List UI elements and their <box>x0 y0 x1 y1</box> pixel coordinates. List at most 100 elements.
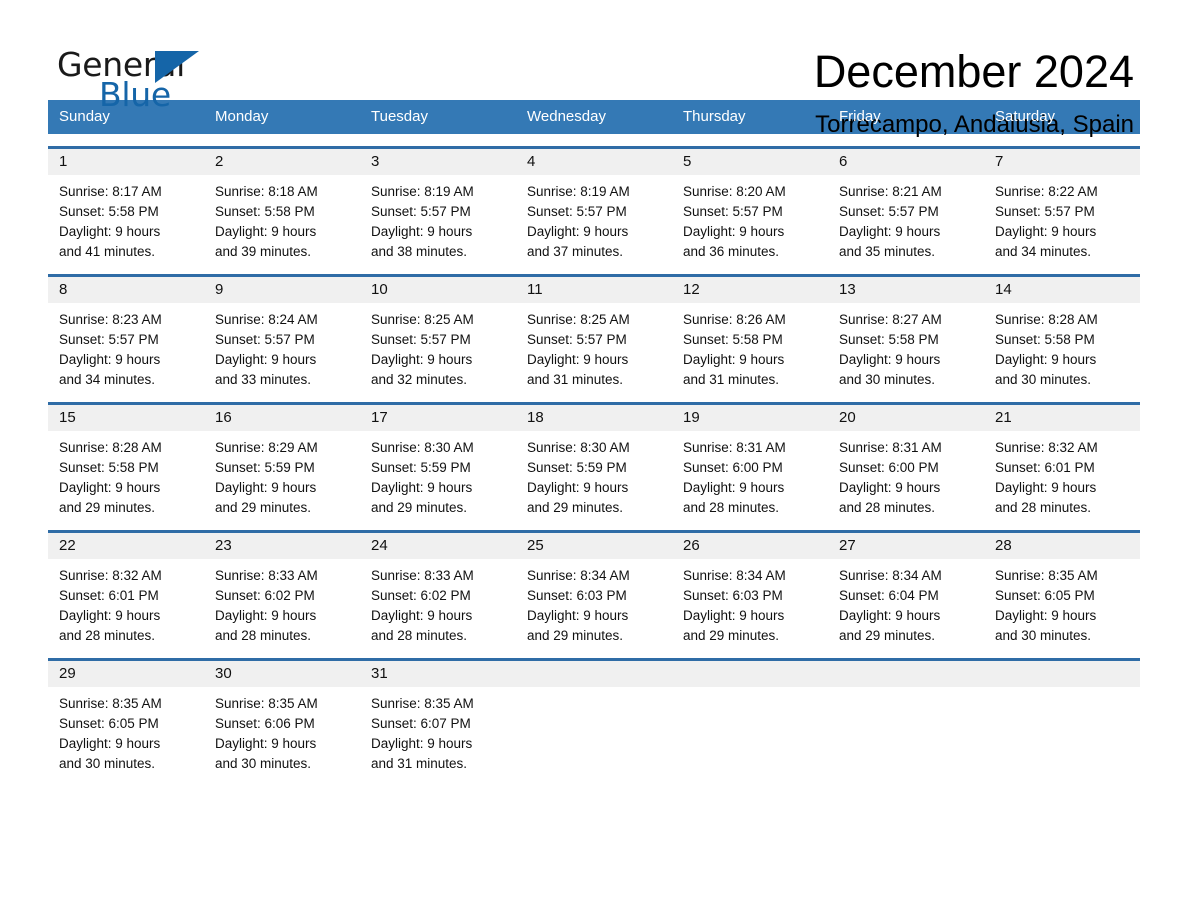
sunset-text: Sunset: 5:59 PM <box>371 460 471 475</box>
sunrise-text: Sunrise: 8:21 AM <box>839 184 942 199</box>
daylight-text-line1: Daylight: 9 hours <box>371 736 473 751</box>
sunrise-text: Sunrise: 8:26 AM <box>683 312 786 327</box>
day-number[interactable]: 10 <box>360 277 516 303</box>
day-number[interactable]: 20 <box>828 405 984 431</box>
day-number[interactable]: 22 <box>48 533 204 559</box>
sunrise-text: Sunrise: 8:35 AM <box>371 696 474 711</box>
daylight-text-line1: Daylight: 9 hours <box>527 352 629 367</box>
day-number[interactable]: 28 <box>984 533 1140 559</box>
day-number[interactable]: 13 <box>828 277 984 303</box>
daylight-text-line2: and 29 minutes. <box>215 500 312 515</box>
day-number[interactable]: 19 <box>672 405 828 431</box>
day-number[interactable]: 16 <box>204 405 360 431</box>
daylight-text-line1: Daylight: 9 hours <box>59 352 161 367</box>
day-number[interactable]: 3 <box>360 149 516 175</box>
daylight-text-line2: and 28 minutes. <box>839 500 936 515</box>
daylight-text-line1: Daylight: 9 hours <box>995 352 1097 367</box>
day-number[interactable]: 24 <box>360 533 516 559</box>
daylight-text-line1: Daylight: 9 hours <box>839 224 941 239</box>
sunset-text: Sunset: 5:57 PM <box>839 204 939 219</box>
sunrise-text: Sunrise: 8:30 AM <box>371 440 474 455</box>
daylight-text-line2: and 28 minutes. <box>995 500 1092 515</box>
sunset-text: Sunset: 5:57 PM <box>59 332 159 347</box>
day-cell: Sunrise: 8:29 AM Sunset: 5:59 PM Dayligh… <box>204 431 360 518</box>
day-number[interactable]: 2 <box>204 149 360 175</box>
page-title: December 2024 <box>813 46 1134 97</box>
daylight-text-line2: and 39 minutes. <box>215 244 312 259</box>
sunrise-text: Sunrise: 8:18 AM <box>215 184 318 199</box>
daylight-text-line1: Daylight: 9 hours <box>683 352 785 367</box>
day-number[interactable]: 11 <box>516 277 672 303</box>
day-number[interactable]: 31 <box>360 661 516 687</box>
sunrise-text: Sunrise: 8:17 AM <box>59 184 162 199</box>
day-number[interactable]: 21 <box>984 405 1140 431</box>
day-number[interactable]: 30 <box>204 661 360 687</box>
day-number[interactable]: 8 <box>48 277 204 303</box>
sunset-text: Sunset: 6:01 PM <box>59 588 159 603</box>
day-cell: Sunrise: 8:19 AM Sunset: 5:57 PM Dayligh… <box>516 175 672 262</box>
day-number[interactable]: 4 <box>516 149 672 175</box>
day-cell: Sunrise: 8:25 AM Sunset: 5:57 PM Dayligh… <box>360 303 516 390</box>
day-number[interactable]: 5 <box>672 149 828 175</box>
daylight-text-line2: and 30 minutes. <box>839 372 936 387</box>
day-number[interactable]: 12 <box>672 277 828 303</box>
sunrise-text: Sunrise: 8:35 AM <box>59 696 162 711</box>
sunrise-text: Sunrise: 8:33 AM <box>215 568 318 583</box>
daylight-text-line1: Daylight: 9 hours <box>527 608 629 623</box>
day-number[interactable]: 6 <box>828 149 984 175</box>
sunrise-text: Sunrise: 8:32 AM <box>59 568 162 583</box>
sunset-text: Sunset: 5:57 PM <box>527 204 627 219</box>
calendar-page: General Blue December 2024 Torrecampo, A… <box>0 0 1188 918</box>
sunset-text: Sunset: 5:58 PM <box>215 204 315 219</box>
day-number[interactable]: 7 <box>984 149 1140 175</box>
day-number[interactable]: 23 <box>204 533 360 559</box>
day-number[interactable]: 26 <box>672 533 828 559</box>
day-cell: Sunrise: 8:35 AM Sunset: 6:07 PM Dayligh… <box>360 687 516 774</box>
week-detail-row: Sunrise: 8:28 AM Sunset: 5:58 PM Dayligh… <box>48 431 1140 518</box>
daylight-text-line1: Daylight: 9 hours <box>59 224 161 239</box>
daylight-text-line1: Daylight: 9 hours <box>995 224 1097 239</box>
day-cell: Sunrise: 8:27 AM Sunset: 5:58 PM Dayligh… <box>828 303 984 390</box>
day-cell: Sunrise: 8:32 AM Sunset: 6:01 PM Dayligh… <box>48 559 204 646</box>
day-number[interactable]: 17 <box>360 405 516 431</box>
daylight-text-line1: Daylight: 9 hours <box>59 480 161 495</box>
sunrise-text: Sunrise: 8:20 AM <box>683 184 786 199</box>
day-number[interactable]: 27 <box>828 533 984 559</box>
day-cell-empty <box>828 687 984 774</box>
sunset-text: Sunset: 6:01 PM <box>995 460 1095 475</box>
daylight-text-line2: and 31 minutes. <box>371 756 468 771</box>
sunrise-text: Sunrise: 8:33 AM <box>371 568 474 583</box>
sunset-text: Sunset: 6:05 PM <box>995 588 1095 603</box>
sunrise-text: Sunrise: 8:30 AM <box>527 440 630 455</box>
sunrise-text: Sunrise: 8:22 AM <box>995 184 1098 199</box>
sunset-text: Sunset: 6:03 PM <box>683 588 783 603</box>
day-number[interactable]: 15 <box>48 405 204 431</box>
weekday-header-monday: Monday <box>215 108 269 125</box>
day-cell: Sunrise: 8:30 AM Sunset: 5:59 PM Dayligh… <box>360 431 516 518</box>
day-number[interactable]: 18 <box>516 405 672 431</box>
day-number[interactable]: 1 <box>48 149 204 175</box>
daylight-text-line1: Daylight: 9 hours <box>371 352 473 367</box>
day-number[interactable]: 29 <box>48 661 204 687</box>
sunrise-text: Sunrise: 8:27 AM <box>839 312 942 327</box>
sunset-text: Sunset: 6:00 PM <box>683 460 783 475</box>
calendar-week-row: 15 16 17 18 19 20 21 Sunrise: 8:28 AM Su… <box>48 402 1140 518</box>
day-cell: Sunrise: 8:34 AM Sunset: 6:03 PM Dayligh… <box>516 559 672 646</box>
daylight-text-line2: and 30 minutes. <box>995 372 1092 387</box>
sunrise-text: Sunrise: 8:28 AM <box>59 440 162 455</box>
sunset-text: Sunset: 5:59 PM <box>527 460 627 475</box>
sunset-text: Sunset: 6:07 PM <box>371 716 471 731</box>
calendar-week-row: 22 23 24 25 26 27 28 Sunrise: 8:32 AM Su… <box>48 530 1140 646</box>
daylight-text-line1: Daylight: 9 hours <box>683 480 785 495</box>
daylight-text-line1: Daylight: 9 hours <box>371 480 473 495</box>
daylight-text-line2: and 41 minutes. <box>59 244 156 259</box>
daylight-text-line2: and 28 minutes. <box>215 628 312 643</box>
day-number[interactable]: 14 <box>984 277 1140 303</box>
sunset-text: Sunset: 6:00 PM <box>839 460 939 475</box>
day-number[interactable]: 9 <box>204 277 360 303</box>
day-cell: Sunrise: 8:23 AM Sunset: 5:57 PM Dayligh… <box>48 303 204 390</box>
sunrise-text: Sunrise: 8:35 AM <box>215 696 318 711</box>
day-number[interactable]: 25 <box>516 533 672 559</box>
daylight-text-line1: Daylight: 9 hours <box>215 608 317 623</box>
daylight-text-line1: Daylight: 9 hours <box>995 608 1097 623</box>
